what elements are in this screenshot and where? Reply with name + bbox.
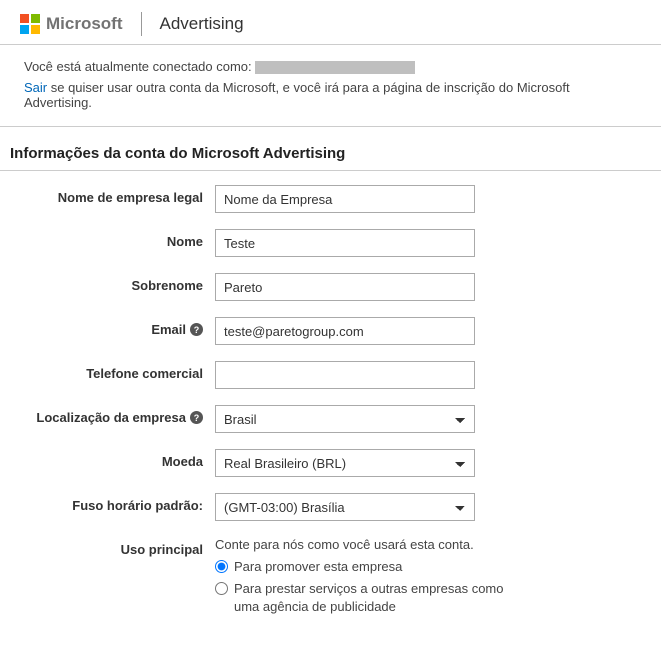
row-company-name: Nome de empresa legal bbox=[10, 185, 651, 213]
select-timezone[interactable]: (GMT-03:00) Brasília bbox=[215, 493, 475, 521]
row-timezone: Fuso horário padrão: (GMT-03:00) Brasíli… bbox=[10, 493, 651, 521]
select-currency[interactable]: Real Brasileiro (BRL) bbox=[215, 449, 475, 477]
header-divider bbox=[141, 12, 142, 36]
input-company-name[interactable] bbox=[215, 185, 475, 213]
sign-out-link[interactable]: Sair bbox=[24, 80, 47, 95]
account-form: Nome de empresa legal Nome Sobrenome Ema… bbox=[0, 171, 661, 647]
input-last-name[interactable] bbox=[215, 273, 475, 301]
connected-as-line: Você está atualmente conectado como: bbox=[24, 59, 637, 74]
status-bar: Você está atualmente conectado como: Sai… bbox=[0, 45, 661, 127]
row-phone: Telefone comercial bbox=[10, 361, 651, 389]
app-header: Microsoft Advertising bbox=[0, 0, 661, 45]
label-first-name: Nome bbox=[10, 229, 215, 249]
connected-username-redacted bbox=[255, 61, 415, 74]
row-last-name: Sobrenome bbox=[10, 273, 651, 301]
row-email: Email ? bbox=[10, 317, 651, 345]
label-timezone: Fuso horário padrão: bbox=[10, 493, 215, 513]
label-phone: Telefone comercial bbox=[10, 361, 215, 381]
input-email[interactable] bbox=[215, 317, 475, 345]
section-title: Informações da conta do Microsoft Advert… bbox=[0, 127, 661, 171]
label-company-name: Nome de empresa legal bbox=[10, 185, 215, 205]
radio-promote-label: Para promover esta empresa bbox=[234, 558, 402, 576]
input-first-name[interactable] bbox=[215, 229, 475, 257]
radio-option-agency[interactable]: Para prestar serviços a outras empresas … bbox=[215, 580, 515, 616]
label-email: Email ? bbox=[10, 317, 215, 337]
microsoft-logo: Microsoft bbox=[20, 14, 123, 34]
row-first-name: Nome bbox=[10, 229, 651, 257]
input-phone[interactable] bbox=[215, 361, 475, 389]
label-last-name: Sobrenome bbox=[10, 273, 215, 293]
help-icon[interactable]: ? bbox=[190, 411, 203, 424]
switch-account-text: se quiser usar outra conta da Microsoft,… bbox=[24, 80, 570, 110]
usage-hint: Conte para nós como você usará esta cont… bbox=[215, 537, 515, 552]
connected-as-label: Você está atualmente conectado como: bbox=[24, 59, 252, 74]
radio-promote[interactable] bbox=[215, 560, 228, 573]
radio-agency-label: Para prestar serviços a outras empresas … bbox=[234, 580, 515, 616]
radio-agency[interactable] bbox=[215, 582, 228, 595]
label-usage: Uso principal bbox=[10, 537, 215, 557]
label-location: Localização da empresa ? bbox=[10, 405, 215, 425]
row-location: Localização da empresa ? Brasil bbox=[10, 405, 651, 433]
radio-option-promote[interactable]: Para promover esta empresa bbox=[215, 558, 515, 576]
help-icon[interactable]: ? bbox=[190, 323, 203, 336]
row-currency: Moeda Real Brasileiro (BRL) bbox=[10, 449, 651, 477]
switch-account-line: Sair se quiser usar outra conta da Micro… bbox=[24, 80, 637, 110]
row-usage: Uso principal Conte para nós como você u… bbox=[10, 537, 651, 621]
product-title: Advertising bbox=[160, 14, 244, 34]
microsoft-logo-icon bbox=[20, 14, 40, 34]
microsoft-logo-text: Microsoft bbox=[46, 14, 123, 34]
label-currency: Moeda bbox=[10, 449, 215, 469]
select-location[interactable]: Brasil bbox=[215, 405, 475, 433]
